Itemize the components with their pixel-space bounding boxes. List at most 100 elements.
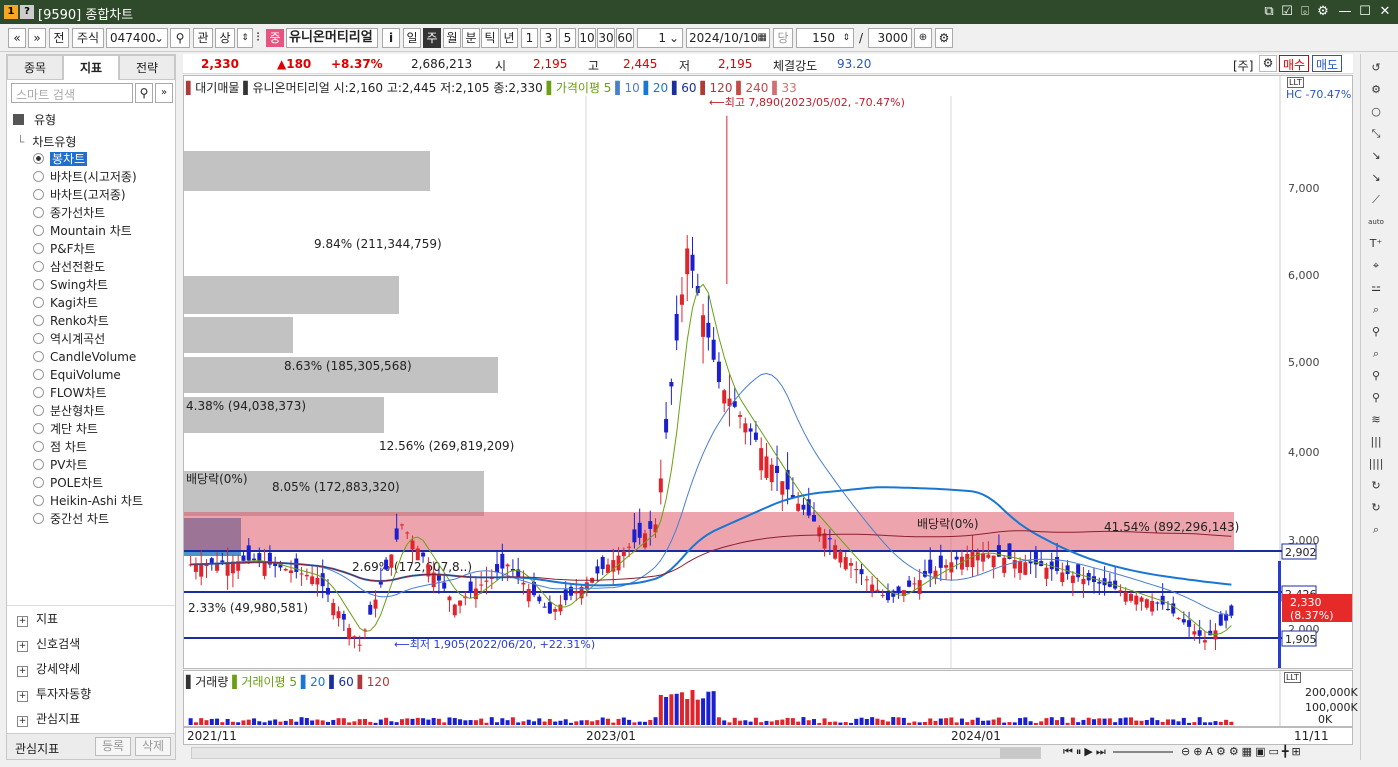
wave-icon[interactable]: ≋ [1365, 410, 1387, 430]
min-60[interactable]: 60 [616, 28, 634, 48]
radio-icon[interactable] [33, 495, 44, 506]
search-icon[interactable]: ⚲ [135, 83, 153, 103]
section-3[interactable]: + 투자자동향 [17, 684, 91, 704]
pin-icon[interactable]: ⌖ [1365, 256, 1387, 276]
redo-icon[interactable]: ↻ [1365, 498, 1387, 518]
close-icon[interactable]: ✕ [1376, 3, 1394, 21]
radio-icon[interactable] [33, 153, 44, 164]
text-tool-icon[interactable]: T⁺ [1365, 234, 1387, 254]
bars-icon[interactable]: ||| [1365, 432, 1387, 452]
section-0[interactable]: + 지표 [17, 609, 58, 629]
arrow-tool-icon[interactable]: ↘ [1365, 146, 1387, 166]
code-input[interactable]: 047400 ⌄ [106, 28, 168, 48]
period-day[interactable]: 일 [403, 28, 421, 48]
min-10[interactable]: 10 [578, 28, 596, 48]
updown-spinner-icon[interactable]: ⇕ [237, 28, 253, 48]
chart-type-15[interactable]: 계단 차트 [33, 421, 98, 438]
search-icon[interactable]: ⚲ [170, 28, 190, 48]
radio-icon[interactable] [33, 387, 44, 398]
radio-icon[interactable] [33, 315, 44, 326]
chart-type-6[interactable]: 삼선전환도 [33, 259, 105, 276]
section-2[interactable]: + 강세약세 [17, 659, 80, 679]
search2-icon[interactable]: ⚲ [1365, 388, 1387, 408]
lock-icon[interactable]: LLT [1287, 77, 1304, 88]
sang-button[interactable]: 상 [215, 28, 235, 48]
tree-root[interactable]: └ 차트유형 [17, 133, 76, 150]
period-week[interactable]: 주 [423, 28, 441, 48]
calendar-icon[interactable]: ▦ [758, 29, 767, 47]
radio-icon[interactable] [33, 261, 44, 272]
find-icon[interactable]: ⌕ [1365, 520, 1387, 540]
radio-icon[interactable] [33, 297, 44, 308]
chart-type-5[interactable]: P&F차트 [33, 241, 96, 258]
min-3[interactable]: 3 [540, 28, 557, 48]
refresh-icon[interactable]: ↻ [1365, 476, 1387, 496]
stock-name[interactable]: 유니온머티리얼 [286, 28, 378, 48]
chart-type-7[interactable]: Swing차트 [33, 277, 108, 294]
screenshot-icon[interactable]: ⌻ [1296, 3, 1314, 21]
zoom-icons[interactable]: ⊖⊕A⚙⚙▦▣▭╋⊞ [1181, 745, 1304, 758]
chart-type-2[interactable]: 바차트(고저종) [33, 187, 126, 204]
volume-chart[interactable]: ▌거래량 ▌거래이평 5 ▌20 ▌60 ▌120 200,000K 100,0… [183, 670, 1358, 727]
zoom-icon[interactable]: ⌕ [1365, 300, 1387, 320]
chart-type-3[interactable]: 종가선차트 [33, 205, 105, 222]
register-button[interactable]: 등록 [95, 737, 131, 756]
zoom-in-icon[interactable]: ⊕ [914, 28, 932, 48]
check-icon[interactable]: ☑ [1278, 3, 1296, 21]
arrow2-tool-icon[interactable]: ↘ [1365, 168, 1387, 188]
expand-icon[interactable]: + [17, 691, 28, 702]
radio-icon[interactable] [33, 189, 44, 200]
expand-icon[interactable]: + [17, 716, 28, 727]
chart-type-9[interactable]: Renko차트 [33, 313, 109, 330]
chart-type-4[interactable]: Mountain 차트 [33, 223, 132, 240]
period-month[interactable]: 월 [443, 28, 461, 48]
period-count-select[interactable]: 1 ⌄ [637, 28, 683, 48]
smart-search-input[interactable]: 스마트 검색 [11, 83, 133, 103]
section-1[interactable]: + 신호검색 [17, 634, 80, 654]
tab-indicator[interactable]: 지표 [63, 55, 119, 80]
chart-type-19[interactable]: Heikin-Ashi 차트 [33, 493, 143, 510]
radio-icon[interactable] [33, 333, 44, 344]
buy-button[interactable]: 매수 [1279, 55, 1309, 72]
chart-type-12[interactable]: EquiVolume [33, 367, 121, 384]
radio-icon[interactable] [33, 513, 44, 524]
lock-icon[interactable]: LLT [1284, 672, 1301, 683]
radio-icon[interactable] [33, 207, 44, 218]
radio-icon[interactable] [33, 243, 44, 254]
gear-icon[interactable]: ⚙ [1314, 3, 1332, 21]
radio-icon[interactable] [33, 279, 44, 290]
info-button[interactable]: i [382, 28, 400, 48]
circle-icon[interactable]: ○ [1365, 102, 1387, 122]
chart-type-20[interactable]: 중간선 차트 [33, 511, 109, 528]
date-input[interactable]: 2024/10/10 ▦ [686, 28, 770, 48]
next-button[interactable]: » [28, 28, 46, 48]
bars2-icon[interactable]: |||| [1365, 454, 1387, 474]
jeon-button[interactable]: 전 [49, 28, 69, 48]
candle-icon[interactable]: ⚍ [1365, 278, 1387, 298]
radio-icon[interactable] [33, 423, 44, 434]
type-section[interactable]: 유형 [13, 111, 56, 128]
prev-button[interactable]: « [8, 28, 26, 48]
min-30[interactable]: 30 [597, 28, 615, 48]
chart-type-16[interactable]: 점 차트 [33, 439, 87, 456]
period-minute[interactable]: 분 [462, 28, 480, 48]
settings-icon[interactable]: ⚙ [1365, 80, 1387, 100]
period-year[interactable]: 년 [500, 28, 518, 48]
tab-stock[interactable]: 종목 [7, 55, 63, 80]
minimize-icon[interactable]: — [1336, 3, 1354, 21]
delete-button[interactable]: 삭제 [135, 737, 171, 756]
playback-icons[interactable]: ⏮⏸▶⏭ [1063, 745, 1109, 759]
double-chevron-down-icon[interactable]: » [155, 83, 173, 103]
chart-type-10[interactable]: 역시계곡선 [33, 331, 105, 348]
h-scrollbar[interactable] [191, 747, 1041, 759]
gwan-button[interactable]: 관 [193, 28, 213, 48]
maximize-icon[interactable]: ☐ [1356, 3, 1374, 21]
radio-icon[interactable] [33, 405, 44, 416]
count-input[interactable]: 150 ⇕ [796, 28, 854, 48]
radio-icon[interactable] [33, 441, 44, 452]
radio-icon[interactable] [33, 225, 44, 236]
price-chart[interactable]: 9.84% (211,344,759) 8.63% (185,305,568) 4.… [183, 75, 1353, 669]
radio-icon[interactable] [33, 477, 44, 488]
search-icon[interactable]: ⚲ [1365, 366, 1387, 386]
new-window-icon[interactable]: ⧉ [1260, 3, 1278, 21]
